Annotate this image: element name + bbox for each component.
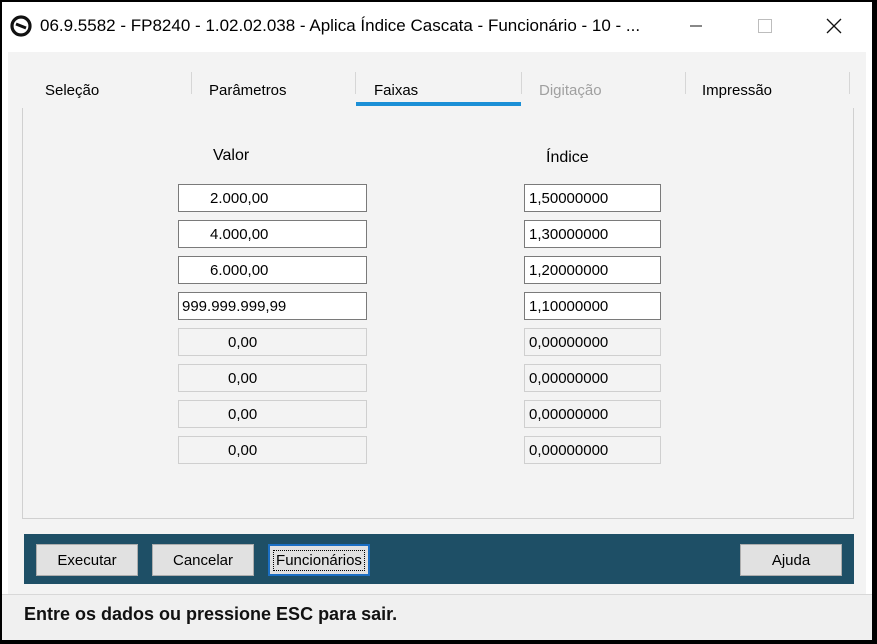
executar-button[interactable]: Executar (36, 544, 138, 576)
tab-divider (685, 72, 686, 94)
indice-input[interactable]: 0,00000000 (524, 400, 661, 428)
valor-value: 4.000,00 (210, 225, 269, 243)
valor-column-header: Valor (213, 147, 250, 164)
valor-input[interactable]: 0,00 (178, 364, 367, 392)
tab-divider (191, 72, 192, 94)
cancelar-button[interactable]: Cancelar (152, 544, 254, 576)
tab-divider (521, 72, 522, 94)
indice-value: 1,50000000 (529, 189, 609, 207)
valor-input[interactable]: 2.000,00 (178, 184, 367, 212)
window-title: 06.9.5582 - FP8240 - 1.02.02.038 - Aplic… (40, 16, 641, 35)
indice-value: 1,30000000 (529, 225, 609, 243)
indice-value: 0,00000000 (529, 441, 609, 459)
cancelar-label: Cancelar (172, 551, 234, 569)
status-bar: Entre os dados ou pressione ESC para sai… (2, 594, 872, 640)
indice-input[interactable]: 0,00000000 (524, 328, 661, 356)
tab-divider (355, 72, 356, 94)
indice-value: 0,00000000 (529, 405, 609, 423)
indice-input[interactable]: 1,50000000 (524, 184, 661, 212)
minimize-icon (690, 25, 702, 27)
valor-input[interactable]: 6.000,00 (178, 256, 367, 284)
tab-label: Digitação (539, 82, 602, 99)
valor-value: 6.000,00 (210, 261, 269, 279)
tab-label: Parâmetros (209, 82, 287, 99)
valor-input[interactable]: 999.999.999,99 (178, 292, 367, 320)
funcionarios-label: Funcionários (273, 549, 365, 571)
indice-value: 0,00000000 (529, 333, 609, 351)
tab-impressao[interactable]: Impressão (702, 79, 842, 109)
maximize-button (731, 2, 799, 50)
indice-input[interactable]: 1,20000000 (524, 256, 661, 284)
tab-label: Impressão (702, 82, 773, 99)
valor-input[interactable]: 0,00 (178, 328, 367, 356)
executar-label: Executar (57, 551, 117, 569)
valor-value: 999.999.999,99 (182, 297, 287, 315)
ajuda-button[interactable]: Ajuda (740, 544, 842, 576)
funcionarios-button[interactable]: Funcionários (268, 544, 370, 576)
indice-input[interactable]: 0,00000000 (524, 364, 661, 392)
button-bar: Executar Cancelar Funcionários Ajuda (24, 534, 854, 584)
indice-input[interactable]: 1,10000000 (524, 292, 661, 320)
minimize-button[interactable] (662, 2, 730, 50)
valor-input[interactable]: 0,00 (178, 400, 367, 428)
active-tab-indicator (356, 102, 521, 106)
close-button[interactable] (800, 2, 868, 50)
valor-input[interactable]: 0,00 (178, 436, 367, 464)
valor-value: 2.000,00 (210, 189, 269, 207)
tab-divider (849, 72, 850, 94)
circle-logo-icon (10, 15, 32, 37)
maximize-icon (758, 19, 772, 33)
valor-value: 0,00 (228, 441, 258, 459)
title-bar[interactable]: 06.9.5582 - FP8240 - 1.02.02.038 - Aplic… (2, 2, 872, 50)
ajuda-label: Ajuda (771, 551, 811, 569)
tab-selecao[interactable]: Seleção (45, 79, 185, 109)
app-window: 06.9.5582 - FP8240 - 1.02.02.038 - Aplic… (2, 2, 872, 640)
valor-input[interactable]: 4.000,00 (178, 220, 367, 248)
indice-value: 0,00000000 (529, 369, 609, 387)
valor-value: 0,00 (228, 369, 258, 387)
client-area: Seleção Parâmetros Faixas Digitação Impr… (8, 52, 866, 594)
indice-input[interactable]: 1,30000000 (524, 220, 661, 248)
tab-label: Faixas (374, 82, 419, 99)
tab-label: Seleção (45, 82, 100, 99)
indice-column-header: Índice (546, 149, 589, 166)
status-message: Entre os dados ou pressione ESC para sai… (24, 604, 398, 624)
close-icon (826, 18, 842, 34)
tab-digitacao: Digitação (539, 79, 679, 109)
tab-parametros[interactable]: Parâmetros (209, 79, 349, 109)
valor-value: 0,00 (228, 405, 258, 423)
indice-value: 1,10000000 (529, 297, 609, 315)
faixas-panel (22, 108, 854, 519)
indice-input[interactable]: 0,00000000 (524, 436, 661, 464)
indice-value: 1,20000000 (529, 261, 609, 279)
valor-value: 0,00 (228, 333, 258, 351)
